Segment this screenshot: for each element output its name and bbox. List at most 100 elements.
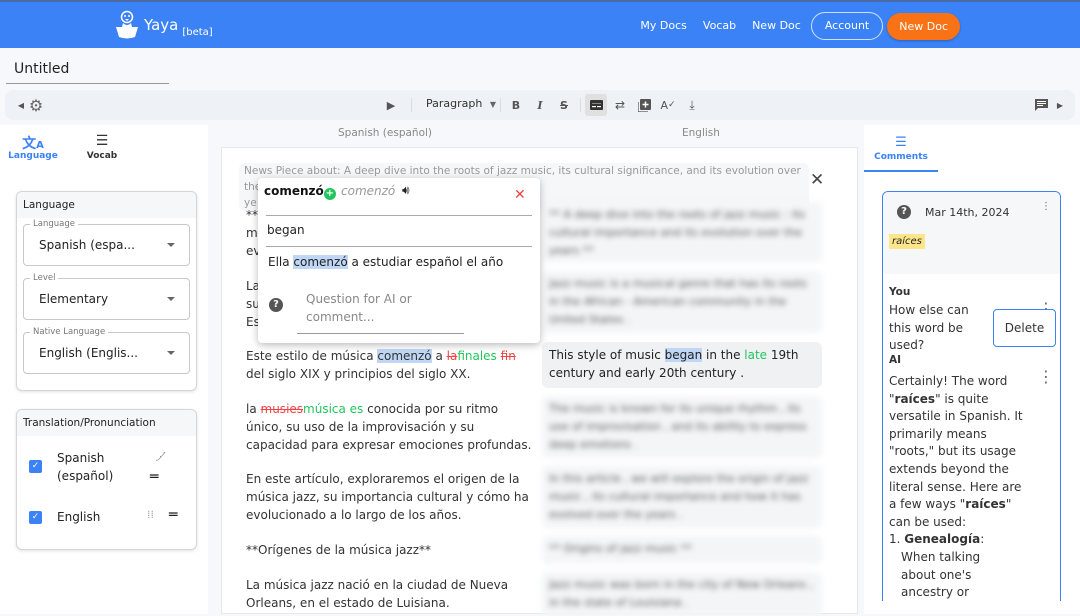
message-menu-icon[interactable]: ⋮ <box>1038 369 1054 385</box>
paragraph-style-select[interactable]: Paragraph ▼ <box>426 97 496 110</box>
main-nav: My Docs Vocab New Doc Account New Doc <box>632 12 960 40</box>
ai-list-text: When talking about one's ancestry or fam… <box>901 549 981 600</box>
close-prompt-icon[interactable]: ✕ <box>810 170 824 190</box>
tab-vocab[interactable]: ☰ Vocab <box>80 133 124 161</box>
settings-gear-icon[interactable]: ⚙ <box>28 96 44 115</box>
comment-date: Mar 14th, 2024 <box>925 206 1010 219</box>
ai-label: AI <box>889 354 902 366</box>
italic-button[interactable]: I <box>532 97 548 113</box>
translation-paragraph[interactable]: Jazz music was born in the city of New O… <box>542 572 822 616</box>
translation-dots-icon[interactable]: ⁞⁞ <box>147 508 154 521</box>
popup-example-sentence: Ella comenzó a estudiar español el año <box>268 255 503 269</box>
comment-card: ? Mar 14th, 2024 ⋮ raíces You How else c… <box>882 191 1061 601</box>
target-column-header: English <box>682 127 720 139</box>
add-to-vocab-icon[interactable]: + <box>323 188 336 200</box>
speaker-icon[interactable]: 🔊︎ <box>402 183 410 198</box>
translation-paragraph[interactable]: The music is known for its unique rhythm… <box>542 396 822 458</box>
native-language-select-label: Native Language <box>30 327 109 337</box>
source-text: la <box>246 402 261 416</box>
selected-translation-word[interactable]: began <box>664 348 703 362</box>
comment-word-tag[interactable]: raíces <box>889 234 925 249</box>
dropdown-arrow-icon <box>167 351 175 355</box>
nav-new-doc[interactable]: New Doc <box>744 13 809 39</box>
language-select-value: Spanish (espa... <box>39 238 135 252</box>
pronunciation-equals-icon[interactable]: ═ <box>150 469 158 485</box>
comments-lines-icon: ☰ <box>895 135 907 150</box>
deleted-text[interactable]: la <box>447 349 458 363</box>
delete-button[interactable]: Delete <box>993 309 1056 347</box>
paragraph-style-value: Paragraph <box>426 97 483 110</box>
translate-icon: 文A <box>22 136 44 152</box>
language-settings-card: Language Language Spanish (espa... Level… <box>16 191 197 391</box>
swap-icon[interactable]: ⇄ <box>612 97 628 113</box>
comment-menu-icon[interactable]: ⋮ <box>1041 202 1051 212</box>
spanish-checkbox[interactable]: ✓ <box>29 460 42 473</box>
document-title-input[interactable]: Untitled <box>6 58 169 84</box>
english-checkbox[interactable]: ✓ <box>29 511 42 524</box>
language-select[interactable]: Language Spanish (espa... <box>23 219 190 266</box>
nav-vocab[interactable]: Vocab <box>695 13 744 39</box>
spellcheck-icon[interactable]: A ✓ <box>660 97 676 113</box>
play-icon[interactable]: ▶ <box>383 97 399 113</box>
dropdown-arrow-icon <box>167 297 175 301</box>
toolbar-divider <box>411 98 412 112</box>
tab-comments[interactable]: ☰ Comments <box>864 125 938 172</box>
strikethrough-button[interactable]: S <box>556 97 572 113</box>
logo[interactable]: Yaya [beta] <box>115 10 213 40</box>
example-highlight: comenzó <box>293 255 348 269</box>
translation-heading[interactable]: ** Origins of jazz music ** <box>542 536 822 564</box>
native-language-select[interactable]: Native Language English (Englis... <box>23 327 190 374</box>
level-select[interactable]: Level Elementary <box>23 273 190 320</box>
add-box-icon[interactable] <box>636 97 652 113</box>
question-icon: ? <box>269 298 283 312</box>
example-text: a estudiar español el año <box>347 255 504 269</box>
dropdown-arrow-icon <box>167 243 175 247</box>
example-text: Ella <box>268 255 294 269</box>
question-icon: ? <box>897 205 911 219</box>
source-paragraph[interactable]: la musiesmúsica es conocida por su ritmo… <box>246 400 536 454</box>
translation-paragraph[interactable]: In this article , we will explore the or… <box>542 466 822 528</box>
deleted-text[interactable]: fin <box>501 349 516 363</box>
source-paragraph[interactable]: La música jazz nació en la ciudad de Nue… <box>246 576 536 612</box>
subtitles-toggle-button[interactable] <box>585 94 607 116</box>
translation-hidden-icon[interactable]: ⋰̸ <box>155 450 166 463</box>
source-paragraph-active[interactable]: Este estilo de música comenzó a lafinale… <box>246 347 536 383</box>
toolbar-divider <box>500 98 501 112</box>
tab-language[interactable]: 文A Language <box>8 133 58 161</box>
selected-word[interactable]: comenzó <box>377 349 432 363</box>
translation-paragraph[interactable]: Jazz music is a musical genre that has i… <box>542 271 822 333</box>
inserted-text[interactable]: música es <box>303 402 363 416</box>
source-paragraph[interactable]: En este artículo, exploraremos el origen… <box>246 470 536 524</box>
pronunciation-equals-icon[interactable]: ═ <box>169 507 177 523</box>
ai-question-input[interactable]: Question for AI or comment... <box>297 284 464 334</box>
duck-logo-icon <box>116 10 138 39</box>
close-popup-icon[interactable]: ✕ <box>514 187 526 203</box>
deleted-text[interactable]: musies <box>261 402 304 416</box>
tab-vocab-label: Vocab <box>86 151 118 161</box>
comments-toggle-icon[interactable] <box>1033 97 1049 113</box>
collapse-right-icon[interactable]: ▶ <box>1052 97 1068 113</box>
source-text: a <box>431 349 447 363</box>
popup-word: comenzó + <box>264 184 336 200</box>
ai-text: is quite versatile in Spanish. It primar… <box>889 391 1023 512</box>
download-icon[interactable]: ⤓ <box>684 97 700 113</box>
collapse-left-icon[interactable]: ◀ <box>13 97 29 113</box>
account-button[interactable]: Account <box>810 12 884 40</box>
nav-my-docs[interactable]: My Docs <box>632 13 694 39</box>
spanish-label: Spanish (español) <box>57 449 113 485</box>
new-doc-button[interactable]: New Doc <box>887 12 960 40</box>
popup-word-text: comenzó <box>264 184 324 198</box>
translation-paragraph-active[interactable]: This style of music began in the late 19… <box>542 342 822 388</box>
chevron-down-icon: ▼ <box>489 100 496 109</box>
source-text: del siglo XIX y principios del siglo XX. <box>246 367 471 381</box>
inserted-text[interactable]: finales <box>457 349 497 363</box>
tab-language-label: Language <box>8 151 58 161</box>
ai-response: Certainly! The word "raíces" is quite ve… <box>889 373 1029 601</box>
bold-button[interactable]: B <box>508 97 524 113</box>
level-select-label: Level <box>30 273 59 283</box>
left-sidebar-tabs: 文A Language ☰ Vocab <box>0 125 208 173</box>
translation-paragraph[interactable]: ** A deep dive into the roots of jazz mu… <box>542 202 822 262</box>
ai-bold-word: raíces <box>894 391 936 406</box>
source-heading[interactable]: **Orígenes de la música jazz** <box>246 541 536 559</box>
ai-text: Certainly! The word <box>889 374 1008 388</box>
